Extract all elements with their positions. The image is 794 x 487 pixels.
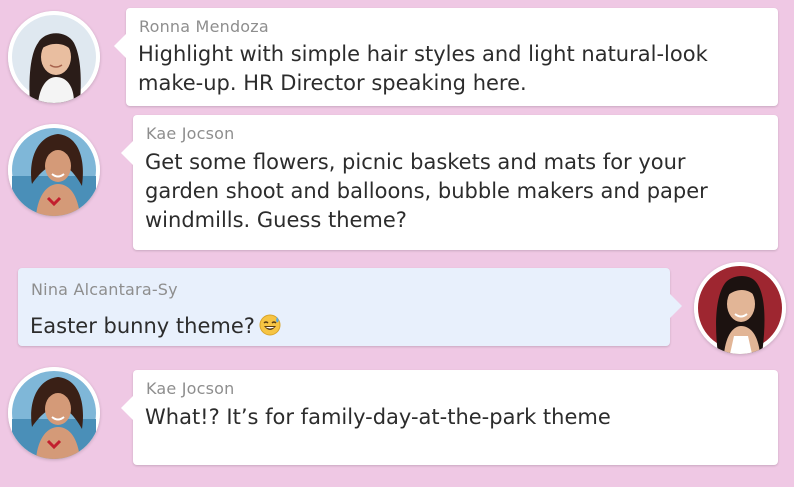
message-row: Ronna Mendoza Highlight with simple hair… [0, 0, 794, 115]
sender-name: Kae Jocson [146, 379, 235, 398]
bubble-tail [114, 34, 126, 58]
avatar[interactable] [8, 11, 100, 103]
message-row: Kae Jocson Get some flowers, picnic bask… [0, 112, 794, 252]
kae-avatar-icon [8, 124, 100, 216]
sender-name: Nina Alcantara-Sy [31, 280, 178, 299]
sender-name: Kae Jocson [146, 124, 235, 143]
avatar[interactable] [8, 367, 100, 459]
avatar[interactable] [694, 262, 786, 354]
chat-bubble[interactable]: Ronna Mendoza Highlight with simple hair… [114, 8, 778, 106]
bubble-tail [121, 396, 133, 420]
nina-avatar-icon [694, 262, 786, 354]
message-row: Nina Alcantara-Sy Easter bunny theme? [0, 260, 794, 360]
message-text: Easter bunny theme? [30, 312, 654, 341]
sender-name: Ronna Mendoza [139, 17, 269, 36]
ronna-avatar-icon [8, 11, 100, 103]
bubble-tail [670, 294, 682, 318]
message-text: What!? It’s for family-day-at-the-park t… [145, 405, 611, 429]
message-text: Highlight with simple hair styles and li… [138, 42, 708, 95]
chat-bubble[interactable]: Kae Jocson What!? It’s for family-day-at… [121, 370, 778, 465]
sweat-smile-emoji-icon [259, 314, 281, 336]
avatar[interactable] [8, 124, 100, 216]
message-row: Kae Jocson What!? It’s for family-day-at… [0, 364, 794, 487]
chat-bubble[interactable]: Nina Alcantara-Sy Easter bunny theme? [18, 268, 682, 346]
bubble-tail [121, 141, 133, 165]
kae-avatar-icon [8, 367, 100, 459]
message-text: Get some flowers, picnic baskets and mat… [145, 150, 708, 232]
chat-bubble[interactable]: Kae Jocson Get some flowers, picnic bask… [121, 115, 778, 250]
message-text-content: Easter bunny theme? [30, 314, 255, 338]
